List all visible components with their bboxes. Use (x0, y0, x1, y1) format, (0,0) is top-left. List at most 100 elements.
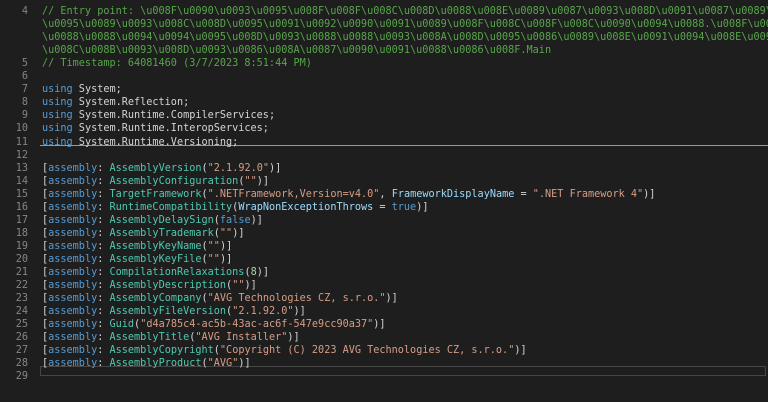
code-line[interactable]: 15 [assembly: TargetFramework(".NETFramew… (0, 188, 768, 201)
line-number: 24 (15, 306, 28, 318)
token-punc: : (97, 214, 110, 226)
token-kw: using (42, 97, 73, 109)
token-param: FrameworkDisplayName (391, 188, 515, 200)
line-number: 5 (21, 58, 28, 70)
code-line[interactable]: 23 [assembly: AssemblyCompany("AVG Techno… (0, 292, 768, 305)
token-punc: : (97, 319, 110, 331)
line-number: 12 (15, 149, 28, 161)
code-line[interactable]: 17 [assembly: AssemblyDelaySign(false)] (0, 214, 768, 227)
token-attrkw: assembly (48, 253, 98, 265)
token-attrkw: assembly (48, 227, 98, 239)
code-text: [assembly: RuntimeCompatibility(WrapNonE… (42, 201, 428, 214)
code-line[interactable]: 26 [assembly: AssemblyTitle("AVG Installe… (0, 331, 768, 344)
token-attr: AssemblyKeyName (109, 240, 202, 252)
code-line[interactable]: 27 [assembly: AssemblyCopyright("Copyrigh… (0, 344, 768, 357)
token-punc: )] (238, 358, 251, 370)
token-attrkw: assembly (48, 293, 98, 305)
code-text: [assembly: AssemblyFileVersion("2.1.92.0… (42, 305, 306, 318)
line-number: 6 (21, 71, 28, 83)
token-punc: = (373, 201, 392, 213)
token-punc: )] (244, 280, 257, 292)
token-attr: AssemblyVersion (109, 162, 202, 174)
token-punc: : (97, 162, 110, 174)
token-punc: : (97, 280, 110, 292)
token-boolv: false (219, 214, 251, 226)
token-attr: AssemblyDescription (109, 280, 227, 292)
code-line[interactable]: \u008C\u008B\u0093\u008D\u0093\u0086\u00… (0, 44, 768, 57)
code-line[interactable]: 28 [assembly: AssemblyProduct("AVG")] (0, 357, 768, 370)
code-line[interactable]: 9 using System.Runtime.CompilerServices; (0, 109, 768, 122)
token-attrkw: assembly (48, 267, 98, 278)
token-str: "" (232, 280, 245, 292)
code-text: using System; (42, 83, 122, 96)
code-line[interactable]: 25 [assembly: Guid("d4a785c4-ac5b-43ac-ac… (0, 318, 768, 331)
token-punc: )] (293, 306, 306, 318)
token-punc: : (97, 358, 110, 370)
token-attrkw: assembly (48, 319, 98, 331)
code-line[interactable]: 8 using System.Reflection; (0, 96, 768, 109)
token-punc: : (97, 188, 110, 200)
code-line[interactable]: 5 // Timestamp: 64081460 (3/7/2023 8:51:4… (0, 57, 768, 70)
code-line[interactable]: 16 [assembly: RuntimeCompatibility(WrapNo… (0, 201, 768, 214)
token-str: "AVG Installer" (195, 332, 288, 344)
token-punc: )] (219, 240, 233, 252)
code-line[interactable]: 29 (0, 370, 768, 383)
code-text: \u008C\u008B\u0093\u008D\u0093\u0086\u00… (42, 44, 551, 57)
token-ns: System; (72, 84, 122, 96)
token-attrkw: assembly (48, 358, 98, 370)
code-line[interactable]: \u0088\u0088\u0094\u0094\u0095\u008D\u00… (0, 31, 768, 44)
code-text: using System.Runtime.CompilerServices; (42, 109, 275, 122)
token-comment: \u008C\u008B\u0093\u008D\u0093\u0086\u00… (42, 45, 552, 57)
code-line[interactable]: 21 [assembly: CompilationRelaxations(8)] (0, 266, 768, 279)
code-line[interactable]: 24 [assembly: AssemblyFileVersion("2.1.92… (0, 305, 768, 318)
token-punc: , (379, 188, 392, 200)
code-line[interactable]: 6 (0, 70, 768, 83)
code-text: [assembly: AssemblyKeyName("")] (42, 240, 232, 253)
token-attr: AssemblyKeyFile (109, 253, 202, 265)
token-punc: )] (256, 175, 270, 187)
line-number: 25 (15, 319, 28, 331)
token-attrkw: assembly (48, 332, 98, 344)
token-comment: // Timestamp: 64081460 (3/7/2023 8:51:44… (42, 58, 312, 70)
token-punc: : (97, 332, 110, 344)
token-str: "AVG Technologies CZ, s.r.o." (207, 293, 386, 305)
line-number: 10 (15, 123, 28, 135)
code-text: // Timestamp: 64081460 (3/7/2023 8:51:44… (42, 57, 312, 70)
code-line[interactable]: 10 using System.Runtime.InteropServices; (0, 122, 768, 135)
token-str: "" (207, 240, 220, 252)
code-line[interactable]: 7 using System; (0, 83, 768, 96)
token-punc: : (97, 227, 110, 239)
code-text: [assembly: AssemblyTrademark("")] (42, 227, 244, 240)
token-ns: System.Runtime.Versioning; (72, 136, 239, 148)
token-str: "AVG" (207, 358, 239, 370)
token-kw: using (42, 110, 73, 122)
token-attrkw: assembly (48, 214, 98, 226)
line-number: 4 (21, 6, 28, 17)
token-attr: AssemblyTitle (109, 332, 190, 344)
token-punc: )] (232, 227, 245, 239)
code-line[interactable]: 20 [assembly: AssemblyKeyFile("")] (0, 253, 768, 266)
code-line[interactable]: 12 (0, 149, 768, 162)
code-text: [assembly: AssemblyConfiguration("")] (42, 175, 269, 188)
token-attr: AssemblyCompany (109, 293, 202, 305)
code-line[interactable]: 14 [assembly: AssemblyConfiguration("")] (0, 175, 768, 188)
token-str: "" (219, 227, 233, 239)
token-punc: )] (385, 293, 398, 305)
code-line[interactable]: 22 [assembly: AssemblyDescription("")] (0, 279, 768, 292)
code-line[interactable]: \u0095\u0089\u0093\u008C\u008D\u0095\u00… (0, 18, 768, 31)
token-attrkw: assembly (48, 306, 98, 318)
code-editor[interactable]: 4 // Entry point: \u008F\u0090\u0093\u009… (0, 0, 768, 402)
line-number: 28 (15, 358, 28, 370)
code-line[interactable]: 13 [assembly: AssemblyVersion("2.1.92.0")… (0, 162, 768, 175)
token-punc: = (514, 188, 533, 200)
token-attr: AssemblyTrademark (109, 227, 214, 239)
code-line[interactable]: 11 using System.Runtime.Versioning; (0, 136, 768, 149)
token-punc: )] (256, 267, 269, 278)
line-number: 8 (21, 97, 28, 109)
code-line[interactable]: 18 [assembly: AssemblyTrademark("")] (0, 227, 768, 240)
token-punc: : (97, 175, 110, 187)
code-line[interactable]: 19 [assembly: AssemblyKeyName("")] (0, 240, 768, 253)
token-punc: )] (287, 332, 300, 344)
code-line[interactable]: 4 // Entry point: \u008F\u0090\u0093\u009… (0, 5, 768, 18)
token-punc: )] (514, 345, 527, 357)
